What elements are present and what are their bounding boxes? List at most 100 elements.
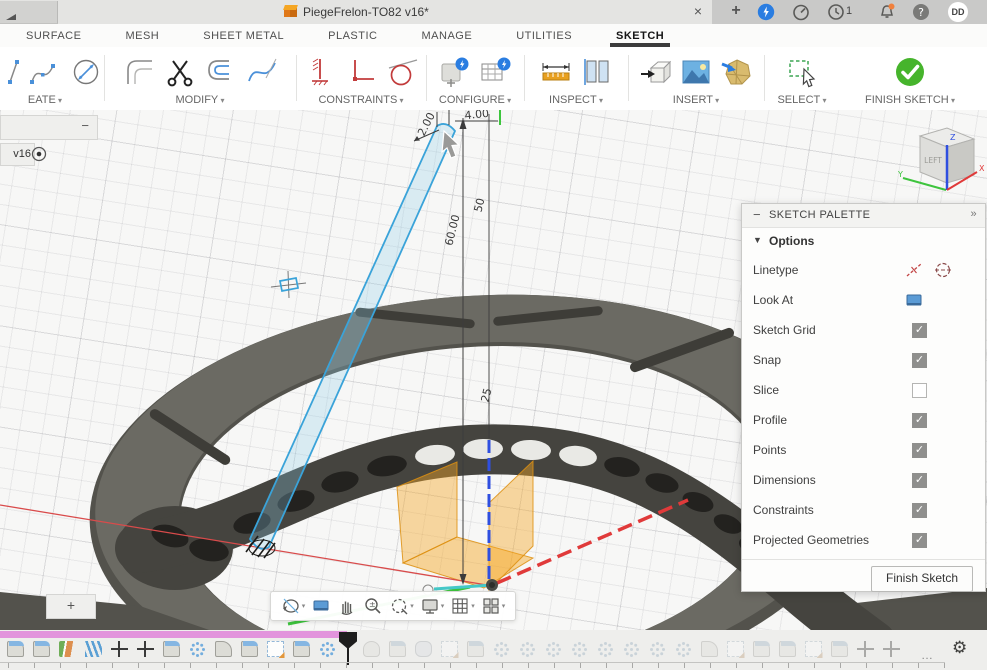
finish-sketch-icon[interactable] [894,56,926,88]
browser-expand-button[interactable]: + [46,594,96,619]
zoom-icon[interactable]: ± [363,596,383,616]
timeline-feature-circular-pattern[interactable] [545,641,562,657]
grid-display-icon[interactable]: ▾ [450,596,475,616]
select-tool-icon[interactable] [786,56,818,88]
look-at-icon[interactable] [311,596,331,616]
configure-group-label[interactable]: CONFIGURE [426,94,524,106]
browser-collapse-button[interactable]: − [81,118,89,133]
palette-header[interactable]: − SKETCH PALETTE » [742,204,985,228]
timeline-feature-fillet[interactable] [215,641,232,657]
midplane-constraint-icon[interactable] [304,56,336,88]
look-at-plane-icon[interactable] [905,291,923,309]
section-caret-icon[interactable]: ▼ [753,235,762,245]
insert-group-label[interactable]: INSERT [628,94,764,106]
timeline-feature-sketch[interactable] [441,641,458,657]
timeline-feature-coil[interactable] [85,641,102,657]
avatar[interactable]: DD [948,2,968,22]
timeline-feature-circular-pattern[interactable] [319,641,336,657]
timeline-feature-move[interactable] [137,641,154,657]
checkbox-constraints[interactable]: ✓ [912,503,927,518]
trim-scissors-icon[interactable] [164,56,196,88]
timeline-feature-mirror[interactable] [59,641,76,657]
timeline-feature-extrude[interactable] [779,641,796,657]
finish-sketch-group-label[interactable]: FINISH SKETCH [840,94,980,106]
timeline-feature-form[interactable] [415,641,432,657]
visibility-radio-icon[interactable] [31,146,47,162]
origin-planes[interactable] [397,461,533,590]
checkbox-snap[interactable]: ✓ [912,353,927,368]
fillet-tool-icon[interactable] [123,56,155,88]
timeline-feature-move[interactable] [883,641,900,657]
new-tab-button[interactable]: + [727,2,745,20]
configure-feature-icon[interactable] [439,56,471,88]
pan-icon[interactable] [337,596,357,616]
modify-group-label[interactable]: MODIFY [104,94,296,106]
edit-spline-icon[interactable] [246,56,278,88]
checkbox-profile[interactable]: ✓ [912,413,927,428]
timeline-feature-circular-pattern[interactable] [493,641,510,657]
timeline-feature-circular-pattern[interactable] [189,641,206,657]
insert-image-icon[interactable] [680,56,712,88]
timeline-settings-gear-icon[interactable]: ⚙ [952,638,967,658]
select-group-label[interactable]: SELECT [764,94,840,106]
timeline-feature-extrude[interactable] [241,641,258,657]
timeline-feature-sketch[interactable] [267,641,284,657]
menu-tab-sheet-metal[interactable]: SHEET METAL [201,30,286,42]
extensions-icon[interactable] [792,3,810,21]
notifications-clock-icon[interactable] [827,3,845,21]
viewcube[interactable]: LEFT Y Z X [897,128,985,190]
menu-tab-manage[interactable]: MANAGE [420,30,475,42]
timeline-playhead[interactable] [339,632,357,662]
timeline-feature-sketch[interactable] [805,641,822,657]
timeline-feature-extrude[interactable] [753,641,770,657]
menu-tab-plastic[interactable]: PLASTIC [326,30,379,42]
job-status-icon[interactable] [757,3,775,21]
checkbox-sketch-grid[interactable]: ✓ [912,323,927,338]
timeline-feature-move[interactable] [857,641,874,657]
timeline-feature-extrude[interactable] [293,641,310,657]
timeline-feature-move[interactable] [111,641,128,657]
constraints-group-label[interactable]: CONSTRAINTS [296,94,426,106]
timeline-feature-circular-pattern[interactable] [519,641,536,657]
timeline-feature-circular-pattern[interactable] [623,641,640,657]
timeline-feature-extrude[interactable] [389,641,406,657]
menu-tab-mesh[interactable]: MESH [123,30,161,42]
browser-document-node[interactable]: v16 [0,143,35,166]
timeline-feature-sketch[interactable] [727,641,744,657]
centerline-icon[interactable] [934,261,952,279]
circle-tool-icon[interactable] [70,56,102,88]
display-settings-icon[interactable]: ▾ [420,596,445,616]
data-panel-toggle[interactable] [0,1,58,24]
construction-line-icon[interactable] [905,261,923,279]
orbit-icon[interactable]: ▾ [281,596,306,616]
dimension-50[interactable]: 50 [471,197,487,214]
dimension-60[interactable]: 60.00 [442,213,462,247]
timeline-feature-circular-pattern[interactable] [675,641,692,657]
timeline-feature-circular-pattern[interactable] [649,641,666,657]
measure-tool-icon[interactable] [540,56,572,88]
palette-collapse-icon[interactable]: − [753,207,761,222]
checkbox-points[interactable]: ✓ [912,443,927,458]
inspect-group-label[interactable]: INSPECT [524,94,628,106]
finish-sketch-button[interactable]: Finish Sketch [871,566,973,592]
options-section-header[interactable]: ▼ Options [742,228,985,255]
spline-tool-icon[interactable] [29,56,61,88]
menu-tab-sketch[interactable]: SKETCH [614,30,666,42]
vertical-horizontal-constraint-icon[interactable] [345,56,377,88]
dimension-4[interactable]: 4.00 [464,110,490,122]
checkbox-dimensions[interactable]: ✓ [912,473,927,488]
line-tool-icon[interactable] [0,56,20,88]
sketch-point-marker[interactable] [271,271,306,298]
insert-derive-icon[interactable] [639,56,671,88]
offset-tool-icon[interactable] [205,56,237,88]
timeline-feature-fillet[interactable] [701,641,718,657]
timeline-feature-extrude[interactable] [467,641,484,657]
checkbox-projected-geometries[interactable]: ✓ [912,533,927,548]
timeline-feature-revolve[interactable] [363,641,380,657]
dimension-25[interactable]: 25 [478,387,494,404]
fit-icon[interactable]: ▾ [389,596,414,616]
configure-table-icon[interactable] [480,56,512,88]
menu-tab-surface[interactable]: SURFACE [24,30,83,42]
close-tab-icon[interactable]: × [690,3,706,19]
help-icon[interactable]: ? [912,3,930,21]
